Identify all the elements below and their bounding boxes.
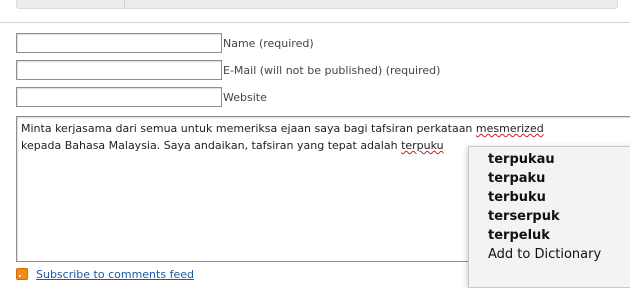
- misspelled-word-mesmerized[interactable]: mesmerized: [476, 122, 544, 135]
- suggestion-terpeluk[interactable]: terpeluk: [488, 228, 550, 243]
- misspelled-word-terpuku[interactable]: terpuku: [401, 139, 444, 152]
- top-panel-divider: [124, 0, 125, 8]
- suggestion-terpukau[interactable]: terpukau: [488, 152, 555, 167]
- name-input[interactable]: [16, 33, 222, 53]
- subscribe-comments-feed-link[interactable]: Subscribe to comments feed: [36, 268, 194, 281]
- website-input[interactable]: [16, 87, 222, 107]
- email-input[interactable]: [16, 60, 222, 80]
- suggestion-terbuku[interactable]: terbuku: [488, 190, 546, 205]
- comment-text-2: kepada Bahasa Malaysia. Saya andaikan, t…: [21, 139, 402, 152]
- add-to-dictionary-item[interactable]: Add to Dictionary: [488, 247, 601, 262]
- comment-text-1: Minta kerjasama dari semua untuk memerik…: [21, 122, 476, 135]
- suggestion-terserpuk[interactable]: terserpuk: [488, 209, 560, 224]
- suggestion-terpaku[interactable]: terpaku: [488, 171, 545, 186]
- top-bar: [0, 0, 630, 23]
- email-label: E-Mail (will not be published) (required…: [223, 64, 441, 77]
- rss-icon[interactable]: [16, 268, 28, 280]
- name-label: Name (required): [223, 37, 314, 50]
- website-label: Website: [223, 91, 267, 104]
- top-panel-edge: [16, 0, 618, 9]
- comment-line-1: Minta kerjasama dari semua untuk memerik…: [21, 120, 627, 137]
- spellcheck-context-menu: terpukau terpaku terbuku terserpuk terpe…: [468, 146, 630, 288]
